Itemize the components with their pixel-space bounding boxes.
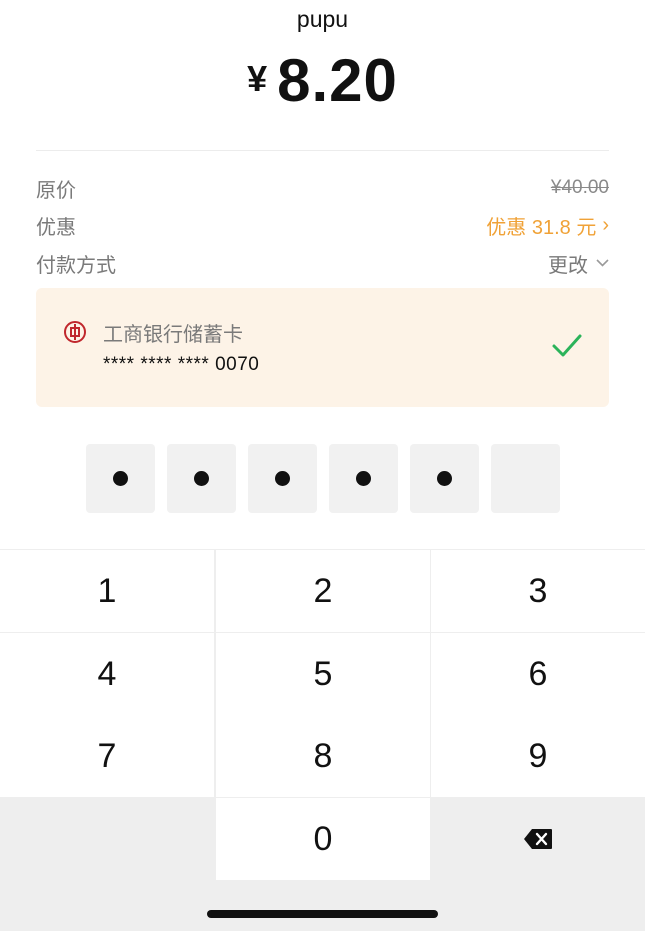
- original-price-value: ¥40.00: [550, 177, 609, 198]
- pin-box: [167, 444, 236, 513]
- check-icon: [552, 334, 582, 357]
- key-5[interactable]: 5: [216, 633, 430, 715]
- currency-symbol: ¥: [247, 58, 268, 99]
- change-method-button[interactable]: 更改: [548, 249, 609, 278]
- original-price-label: 原价: [36, 179, 76, 202]
- original-price-row: 原价 ¥40.00: [36, 172, 609, 204]
- bank-name: 工商银行储蓄卡: [103, 324, 243, 346]
- payment-method-label: 付款方式: [36, 254, 116, 277]
- selected-card[interactable]: 工商银行储蓄卡 **** **** **** 0070: [36, 288, 609, 407]
- pin-dot: [437, 471, 452, 486]
- pin-box: [329, 444, 398, 513]
- payment-amount: 8.20: [277, 47, 398, 114]
- pin-box: [248, 444, 317, 513]
- discount-link[interactable]: 优惠 31.8 元 ›: [486, 211, 609, 240]
- change-label: 更改: [548, 254, 588, 277]
- payment-method-row: 付款方式 更改: [36, 247, 609, 279]
- pin-box: [491, 444, 560, 513]
- pin-dot: [194, 471, 209, 486]
- key-9[interactable]: 9: [431, 715, 645, 797]
- key-0[interactable]: 0: [216, 798, 430, 880]
- chevron-down-icon: [596, 259, 609, 267]
- chevron-right-icon: ›: [602, 213, 609, 236]
- key-delete[interactable]: [431, 798, 645, 880]
- divider: [36, 150, 609, 151]
- key-2[interactable]: 2: [216, 550, 430, 632]
- key-7[interactable]: 7: [0, 715, 214, 797]
- pin-box: [410, 444, 479, 513]
- discount-row[interactable]: 优惠 优惠 31.8 元 ›: [36, 209, 609, 241]
- icbc-bank-icon: [64, 321, 86, 343]
- pin-dot: [356, 471, 371, 486]
- amount-display: ¥ 8.20: [0, 48, 645, 114]
- pin-input[interactable]: [86, 444, 560, 513]
- payment-screen: pupu ¥ 8.20 原价 ¥40.00 优惠 优惠 31.8 元 › 付款方…: [0, 0, 645, 931]
- key-6[interactable]: 6: [431, 633, 645, 715]
- merchant-name: pupu: [296, 6, 349, 32]
- pin-dot: [113, 471, 128, 486]
- key-1[interactable]: 1: [0, 550, 214, 632]
- pin-dot: [275, 471, 290, 486]
- numeric-keypad: 123 456 7890: [0, 549, 645, 931]
- key-3[interactable]: 3: [431, 550, 645, 632]
- key-blank: [0, 798, 214, 880]
- pin-box: [86, 444, 155, 513]
- discount-label: 优惠: [36, 216, 76, 239]
- card-number: **** **** **** 0070: [103, 354, 260, 375]
- home-indicator: [207, 910, 438, 918]
- discount-value: 优惠 31.8 元: [486, 216, 597, 239]
- backspace-icon: [524, 829, 552, 849]
- key-4[interactable]: 4: [0, 633, 214, 715]
- key-8[interactable]: 8: [216, 715, 430, 797]
